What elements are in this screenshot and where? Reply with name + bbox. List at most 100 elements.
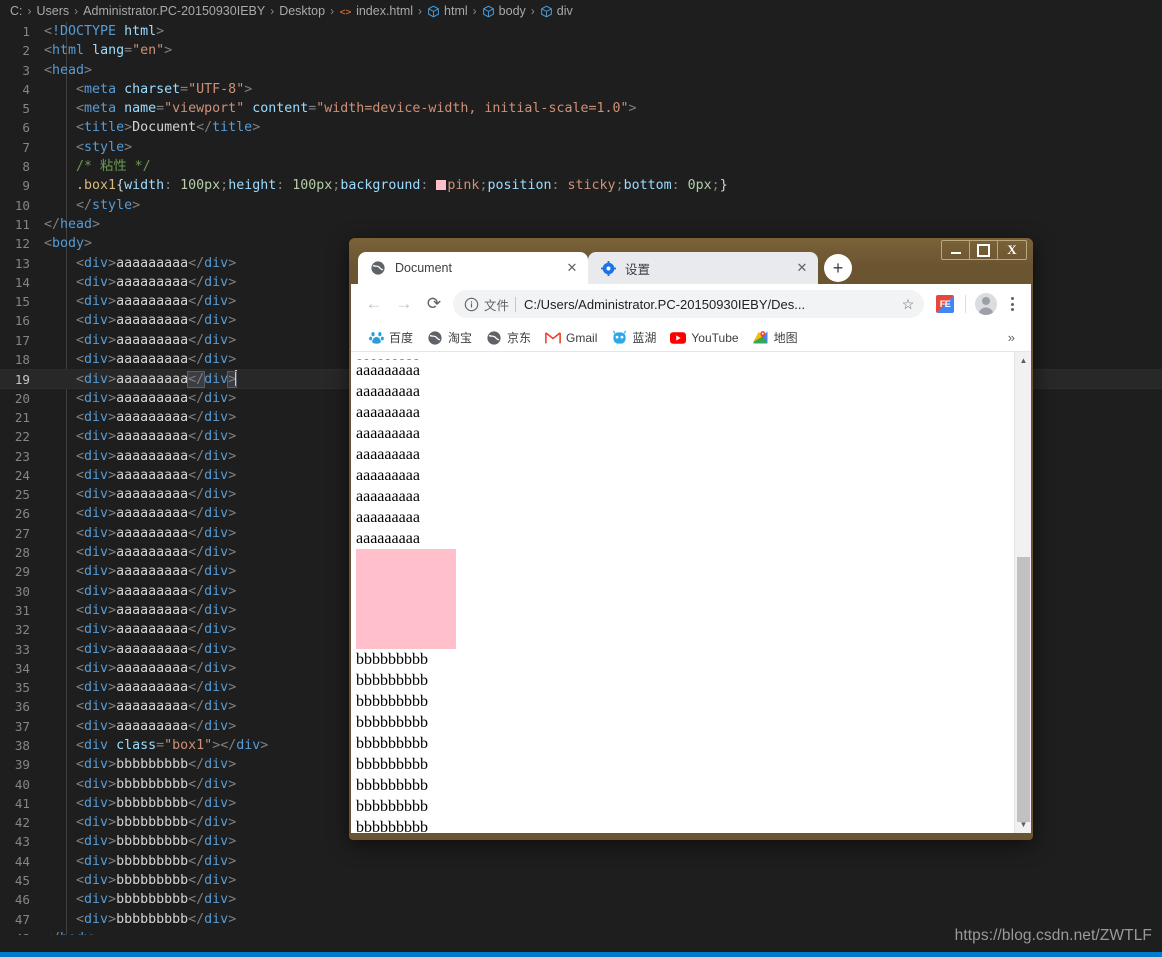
- code-line[interactable]: 44 <div>bbbbbbbbb</div>: [0, 852, 1162, 871]
- globe-icon: [486, 330, 502, 346]
- sticky-pink-box: [356, 549, 456, 649]
- browser-toolbar[interactable]: ← → ⟳ 文件 C:/Users/Administrator.PC-20150…: [351, 284, 1031, 324]
- code-line[interactable]: 9 .box1{width: 100px;height: 100px;backg…: [0, 176, 1162, 195]
- line-number: 36: [14, 699, 30, 715]
- maps-icon: [753, 330, 769, 346]
- line-number: 32: [14, 622, 30, 638]
- browser-tab-2[interactable]: 设置 ✕: [588, 252, 818, 284]
- line-number: 19: [14, 372, 30, 388]
- line-number: 14: [14, 274, 30, 290]
- gmail-icon: [545, 330, 561, 346]
- baidu-icon: [368, 330, 384, 346]
- code-line[interactable]: 45 <div>bbbbbbbbb</div>: [0, 871, 1162, 890]
- line-number: 10: [14, 197, 30, 213]
- bookmark-label: YouTube: [691, 330, 739, 345]
- bookmark-item-6[interactable]: YouTube: [663, 327, 745, 349]
- breadcrumb-item-index-html[interactable]: <> index.html: [339, 4, 413, 18]
- bookmark-label: 京东: [507, 331, 532, 345]
- page-text-line: bbbbbbbbb: [356, 672, 428, 689]
- code-line[interactable]: 1 <!DOCTYPE html>: [0, 22, 1162, 41]
- breadcrumb-separator: ›: [270, 4, 275, 18]
- info-circle-icon[interactable]: [463, 296, 479, 312]
- code-line[interactable]: 4 <meta charset="UTF-8">: [0, 80, 1162, 99]
- breadcrumb-separator: ›: [472, 4, 477, 18]
- breadcrumb-item-label: body: [498, 4, 526, 18]
- code-line[interactable]: 7 <style>: [0, 138, 1162, 157]
- breadcrumb-separator: ›: [530, 4, 535, 18]
- bookmark-item-4[interactable]: Gmail: [538, 327, 604, 349]
- scrollbar-down-arrow[interactable]: ▼: [1015, 816, 1031, 833]
- line-number: 13: [14, 255, 30, 271]
- bookmark-item-7[interactable]: 地图: [746, 327, 805, 349]
- tab-close-icon[interactable]: ✕: [564, 260, 580, 276]
- code-line[interactable]: 2 <html lang="en">: [0, 41, 1162, 60]
- new-tab-button[interactable]: +: [824, 254, 852, 282]
- code-line[interactable]: 6 <title>Document</title>: [0, 118, 1162, 137]
- status-bar[interactable]: [0, 952, 1162, 957]
- breadcrumb[interactable]: C: › Users › Administrator.PC-20150930IEBY › D…: [0, 0, 1162, 22]
- bookmark-label: 淘宝: [448, 331, 473, 345]
- code-line[interactable]: 46 <div>bbbbbbbbb</div>: [0, 890, 1162, 909]
- code-line[interactable]: 10 </style>: [0, 196, 1162, 215]
- breadcrumb-item-label: html: [444, 4, 468, 18]
- symbol-module-icon: [540, 5, 553, 18]
- page-text-line: bbbbbbbbb: [356, 777, 428, 794]
- breadcrumb-item-desktop[interactable]: Desktop: [279, 4, 325, 18]
- code-line[interactable]: 8 /* 粘性 */: [0, 157, 1162, 176]
- bookmarks-overflow-button[interactable]: »: [1002, 330, 1021, 345]
- tab-close-icon[interactable]: ✕: [794, 260, 810, 276]
- code-line-text: <head>: [44, 62, 93, 78]
- line-number: 47: [14, 911, 30, 927]
- code-line-text: <div>bbbbbbbbb</div>: [76, 892, 237, 908]
- bookmarks-bar[interactable]: 百度 淘宝 京东 Gmail 蓝湖 YouTube 地图 »: [351, 324, 1031, 352]
- browser-menu-button[interactable]: [1001, 297, 1023, 311]
- line-number: 48: [0, 929, 44, 935]
- breadcrumb-item-users[interactable]: Users: [37, 4, 70, 18]
- code-line[interactable]: 3 <head>: [0, 61, 1162, 80]
- avatar[interactable]: [975, 293, 997, 315]
- line-number: 2: [22, 43, 30, 59]
- bookmark-item-3[interactable]: 京东: [479, 327, 538, 349]
- breadcrumb-item-administrator-pc-20150930ieby[interactable]: Administrator.PC-20150930IEBY: [83, 4, 265, 18]
- page-viewport[interactable]: aaaaaaaaa aaaaaaaaa aaaaaaaaa aaaaaaaaa aaaa…: [351, 352, 1031, 833]
- bookmark-label: Gmail: [566, 330, 598, 345]
- chrome-browser-window[interactable]: X Document ✕ 设置 ✕ + ← → ⟳ 文件 C:/Users/Admini…: [349, 238, 1033, 840]
- page-scrollbar[interactable]: ▲ ▼: [1014, 352, 1031, 833]
- page-text-line: bbbbbbbbb: [356, 798, 428, 815]
- code-line[interactable]: 5 <meta name="viewport" content="width=d…: [0, 99, 1162, 118]
- bookmark-item-2[interactable]: 淘宝: [420, 327, 479, 349]
- reload-button[interactable]: ⟳: [419, 289, 449, 319]
- bookmark-star-icon[interactable]: ☆: [898, 296, 918, 313]
- line-number: 3: [22, 62, 30, 78]
- breadcrumb-item-div[interactable]: div: [540, 4, 573, 18]
- browser-tab-1[interactable]: Document ✕: [358, 252, 588, 284]
- address-bar[interactable]: 文件 C:/Users/Administrator.PC-20150930IEB…: [453, 290, 924, 318]
- breadcrumb-item-label: C:: [10, 4, 23, 18]
- page-text-line: aaaaaaaaa: [356, 467, 420, 484]
- omnibox-divider: [515, 296, 517, 312]
- back-button[interactable]: ←: [359, 289, 389, 319]
- line-number: 11: [14, 216, 30, 232]
- page-text-line: aaaaaaaaa: [356, 530, 420, 547]
- code-line[interactable]: 11 </head>: [0, 215, 1162, 234]
- breadcrumb-item-body[interactable]: body: [482, 4, 526, 18]
- omnibox-url-text[interactable]: C:/Users/Administrator.PC-20150930IEBY/D…: [524, 297, 898, 312]
- forward-button[interactable]: →: [389, 289, 419, 319]
- tab-strip[interactable]: Document ✕ 设置 ✕ +: [349, 250, 1033, 284]
- line-number: 34: [14, 660, 30, 676]
- page-text-line: aaaaaaaaa: [356, 446, 420, 463]
- breadcrumb-item-label: Users: [36, 4, 70, 18]
- breadcrumb-item-c-[interactable]: C:: [10, 4, 23, 18]
- line-number: 16: [14, 313, 30, 329]
- bookmarks-list[interactable]: 百度 淘宝 京东 Gmail 蓝湖 YouTube 地图: [361, 327, 805, 349]
- toolbar-divider: [965, 295, 966, 313]
- bookmark-label: 百度: [389, 331, 414, 345]
- scrollbar-up-arrow[interactable]: ▲: [1015, 352, 1031, 369]
- text-cursor: [235, 370, 237, 387]
- breadcrumb-item-html[interactable]: html: [427, 4, 468, 18]
- breadcrumb-item-label: div: [556, 4, 573, 18]
- bookmark-item-1[interactable]: 百度: [361, 327, 420, 349]
- scrollbar-thumb[interactable]: [1017, 557, 1030, 822]
- extension-icon[interactable]: FE: [936, 295, 954, 313]
- bookmark-item-5[interactable]: 蓝湖: [604, 327, 663, 349]
